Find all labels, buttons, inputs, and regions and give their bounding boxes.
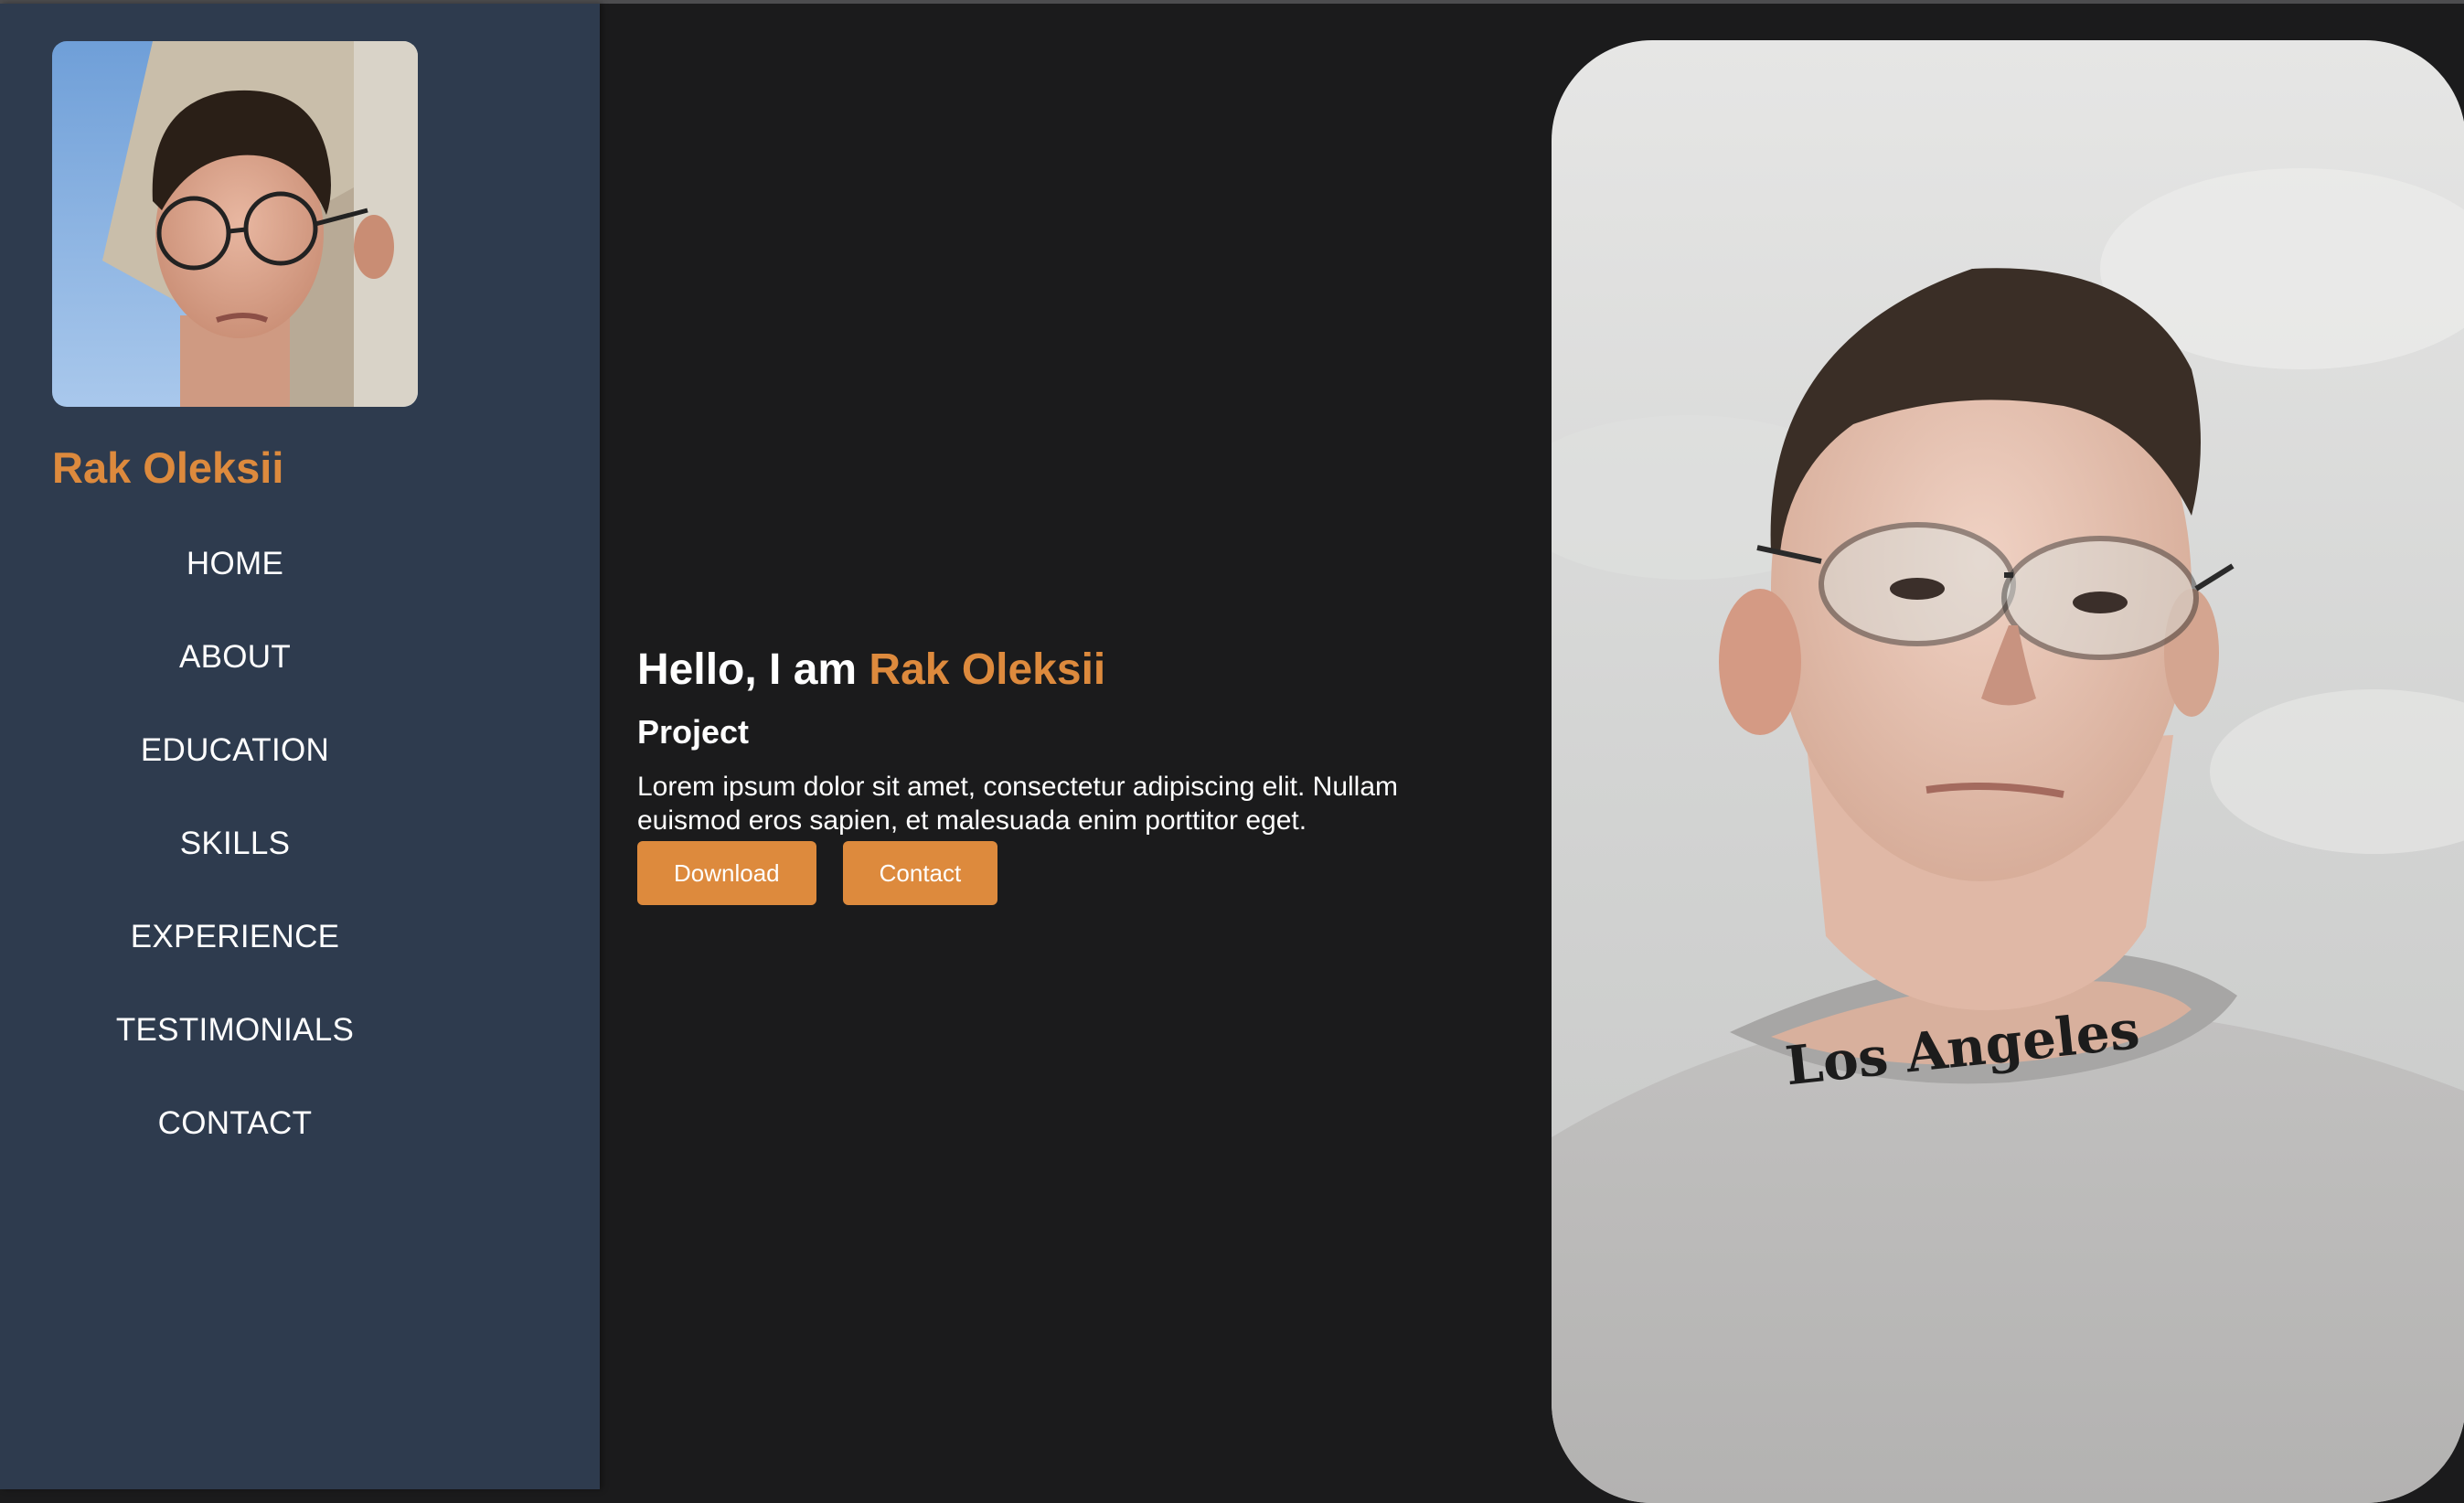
hero-portrait: Los Angeles (1552, 40, 2464, 1503)
hero-name: Rak Oleksii (869, 645, 1106, 694)
avatar (52, 41, 418, 407)
hero-buttons: Download Contact (637, 841, 1497, 905)
nav-item-education: EDUCATION (0, 728, 470, 821)
nav-link-home[interactable]: HOME (187, 541, 283, 587)
nav-link-education[interactable]: EDUCATION (141, 728, 329, 773)
sidebar: Rak Oleksii HOME ABOUT EDUCATION SKILLS … (0, 4, 600, 1489)
contact-button[interactable]: Contact (842, 841, 998, 905)
hero-section: Hello, I am Rak Oleksii Project Lorem ip… (637, 638, 1497, 905)
nav-item-contact: CONTACT (0, 1101, 470, 1194)
sidebar-nav: HOME ABOUT EDUCATION SKILLS EXPERIENCE T… (0, 541, 470, 1194)
hero-description: Lorem ipsum dolor sit amet, consectetur … (637, 772, 1399, 836)
avatar-photo (52, 41, 418, 407)
hero-subtitle: Project (637, 713, 750, 751)
portrait-photo: Los Angeles (1552, 40, 2464, 1503)
nav-item-about: ABOUT (0, 634, 470, 728)
nav-link-testimonials[interactable]: TESTIMONIALS (116, 1007, 354, 1053)
nav-item-experience: EXPERIENCE (0, 914, 470, 1007)
nav-item-testimonials: TESTIMONIALS (0, 1007, 470, 1101)
sidebar-name: Rak Oleksii (52, 443, 284, 492)
nav-link-experience[interactable]: EXPERIENCE (131, 914, 340, 960)
nav-link-contact[interactable]: CONTACT (158, 1101, 313, 1146)
nav-link-about[interactable]: ABOUT (179, 634, 291, 680)
nav-item-skills: SKILLS (0, 821, 470, 914)
hero-greeting: Hello, I am (637, 645, 858, 694)
nav-link-skills[interactable]: SKILLS (180, 821, 291, 867)
hero-heading: Hello, I am Rak Oleksii (637, 638, 1497, 702)
nav-item-home: HOME (0, 541, 470, 634)
download-button[interactable]: Download (637, 841, 816, 905)
